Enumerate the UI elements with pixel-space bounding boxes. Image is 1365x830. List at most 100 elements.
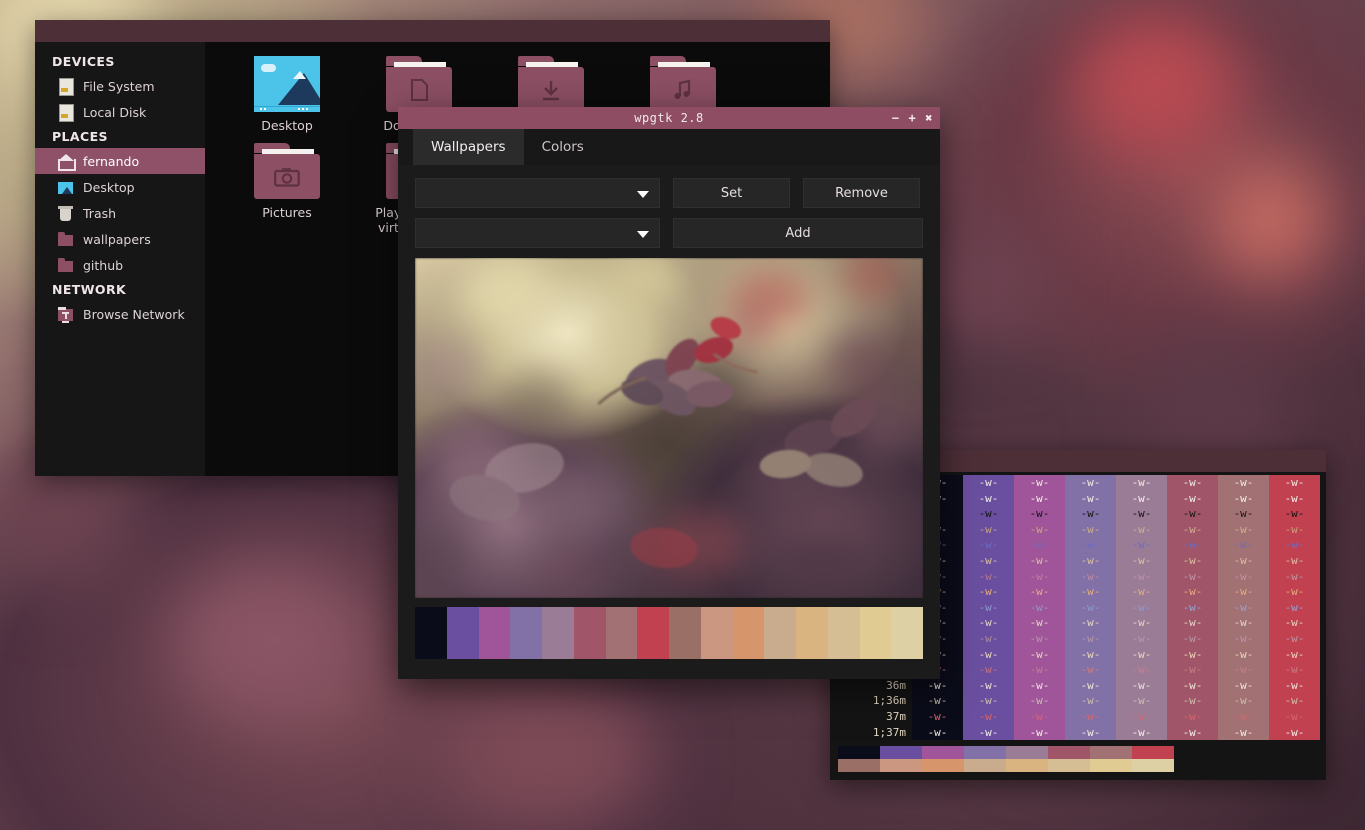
colortest-cell: -w-	[1065, 584, 1116, 600]
colortest-code: 37m	[886, 709, 906, 723]
sidebar-item-file-system[interactable]: File System	[35, 73, 205, 99]
colortest-cell: -w-	[1065, 708, 1116, 725]
colortest-cell: -w-	[1065, 662, 1116, 678]
wallpaper-preview-image[interactable]	[415, 258, 923, 598]
palette-swatch[interactable]	[415, 607, 447, 659]
colortest-cell: -w-	[1014, 568, 1065, 585]
colortest-cell: -w-	[1167, 584, 1218, 600]
terminal-palette-swatch	[922, 759, 964, 773]
palette-swatch[interactable]	[637, 607, 669, 659]
tab-colors[interactable]: Colors	[524, 129, 602, 165]
colortest-cell: -w-	[1269, 662, 1320, 678]
add-button-label: Add	[785, 225, 811, 241]
terminal-palette-swatch	[838, 759, 880, 773]
theme-select[interactable]	[415, 178, 660, 208]
colortest-cell: -w-	[1014, 537, 1065, 553]
tab-label: Colors	[541, 139, 584, 155]
colortest-cell: -w-	[1269, 521, 1320, 538]
colortest-code: 1;37m	[872, 725, 906, 739]
colortest-cell: -w-	[1116, 568, 1167, 585]
colortest-cell: -w-	[1218, 677, 1269, 694]
wpgtk-body: Wallpapers Colors Set Remove Add	[398, 129, 940, 679]
add-button[interactable]: Add	[673, 218, 923, 248]
colortest-cell: -w-	[1167, 521, 1218, 538]
palette-swatch[interactable]	[510, 607, 542, 659]
colortest-cell: -w-	[1218, 584, 1269, 600]
colortest-row: 1;37m -w- -w- -w- -w- -w- -w- -w- -w-	[834, 724, 1326, 741]
folder-icon	[386, 56, 452, 112]
sidebar-item-github[interactable]: github	[35, 252, 205, 278]
palette-swatch[interactable]	[764, 607, 796, 659]
palette-swatch[interactable]	[891, 607, 923, 659]
sidebar-item-wallpapers[interactable]: wallpapers	[35, 226, 205, 252]
maximize-icon[interactable]: +	[909, 112, 917, 124]
document-emblem-icon	[386, 78, 452, 101]
colortest-row: 1;36m -w- -w- -w- -w- -w- -w- -w- -w-	[834, 693, 1326, 709]
palette-swatch[interactable]	[446, 607, 479, 659]
wpgtk-controls: Set Remove Add	[398, 165, 940, 248]
set-button[interactable]: Set	[673, 178, 790, 208]
file-manager-sidebar[interactable]: DEVICES File System Local Disk PLACES fe…	[35, 42, 205, 476]
tab-wallpapers[interactable]: Wallpapers	[413, 129, 524, 165]
colortest-cell: -w-	[1269, 537, 1320, 553]
colortest-cell: -w-	[963, 506, 1014, 522]
colortest-cell: -w-	[1269, 584, 1320, 600]
remove-button[interactable]: Remove	[803, 178, 920, 208]
colortest-cell: -w-	[1065, 475, 1116, 491]
colortest-cell: -w-	[1269, 568, 1320, 585]
palette-swatch[interactable]	[573, 607, 606, 659]
home-icon	[57, 153, 76, 171]
wpgtk-tabbar[interactable]: Wallpapers Colors	[398, 129, 940, 165]
sidebar-item-browse-network[interactable]: Browse Network	[35, 301, 205, 327]
sidebar-item-label: Local Disk	[83, 104, 147, 120]
close-icon[interactable]: ✖	[925, 112, 933, 124]
sidebar-item-fernando[interactable]: fernando	[35, 148, 205, 174]
sidebar-item-desktop[interactable]: Desktop	[35, 174, 205, 200]
palette-swatch[interactable]	[478, 607, 511, 659]
tab-label: Wallpapers	[431, 139, 506, 155]
colortest-cell: -w-	[1167, 599, 1218, 616]
wallpaper-select[interactable]	[415, 218, 660, 248]
sidebar-item-label: File System	[83, 78, 155, 94]
colortest-cell: -w-	[963, 677, 1014, 694]
colortest-cell: -w-	[1116, 521, 1167, 538]
sidebar-item-trash[interactable]: Trash	[35, 200, 205, 226]
colortest-cell: -w-	[1218, 552, 1269, 569]
palette-swatch[interactable]	[732, 607, 765, 659]
colortest-cell: -w-	[1269, 490, 1320, 507]
colortest-cell: -w-	[1218, 490, 1269, 507]
palette-swatch[interactable]	[542, 607, 574, 659]
colortest-cell: -w-	[1218, 568, 1269, 585]
colortest-cell: -w-	[1167, 490, 1218, 507]
wpgtk-titlebar[interactable]: wpgtk 2.8 − + ✖	[398, 107, 940, 129]
colortest-cell: -w-	[963, 552, 1014, 569]
colortest-row: 36m -w- -w- -w- -w- -w- -w- -w- -w-	[834, 677, 1326, 694]
palette-swatch[interactable]	[605, 607, 638, 659]
terminal-palette-swatch	[964, 746, 1006, 760]
terminal-palette-swatch	[1006, 759, 1048, 773]
colortest-cell: -w-	[1269, 552, 1320, 569]
palette-swatch[interactable]	[700, 607, 733, 659]
sidebar-item-local-disk[interactable]: Local Disk	[35, 99, 205, 125]
colortest-cell: -w-	[1269, 599, 1320, 616]
minimize-icon[interactable]: −	[892, 112, 900, 124]
colortest-cell: -w-	[1116, 630, 1167, 647]
terminal-palette-swatch	[838, 746, 880, 760]
wpgtk-window[interactable]: wpgtk 2.8 − + ✖ Wallpapers Colors Set Re…	[398, 107, 940, 679]
file-item-pictures[interactable]: Pictures	[221, 143, 353, 239]
colortest-cell: -w-	[1218, 475, 1269, 491]
colortest-cell: -w-	[1014, 630, 1065, 647]
palette-swatch[interactable]	[669, 607, 701, 659]
color-palette-strip[interactable]	[415, 607, 923, 659]
palette-swatch[interactable]	[859, 607, 892, 659]
palette-swatch[interactable]	[827, 607, 860, 659]
file-item-label: Pictures	[262, 205, 312, 220]
colortest-cell: -w-	[1116, 475, 1167, 491]
colortest-cell: -w-	[963, 708, 1014, 725]
palette-swatch[interactable]	[796, 607, 828, 659]
colortest-cell: -w-	[1167, 677, 1218, 694]
colortest-cell: -w-	[1269, 693, 1320, 709]
colortest-cell: -w-	[1167, 615, 1218, 631]
file-manager-titlebar[interactable]	[35, 20, 830, 42]
file-item-desktop[interactable]: Desktop	[221, 56, 353, 133]
